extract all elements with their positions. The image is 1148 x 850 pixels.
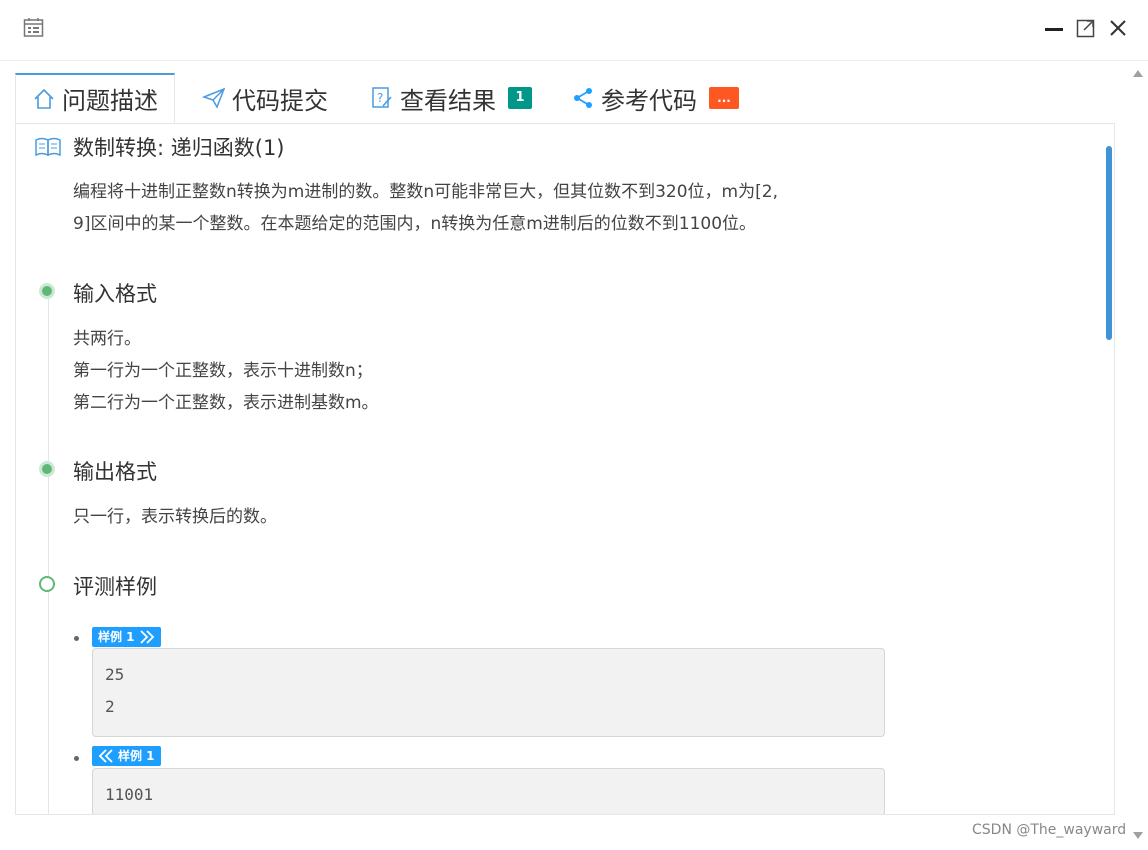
tab-label: 代码提交 [232, 86, 328, 115]
double-chevron-right-icon [139, 630, 154, 644]
timeline-dot-input [39, 283, 55, 299]
sample-input-line: 25 [105, 665, 125, 684]
sample-output-tag-label: 样例 1 [118, 749, 155, 763]
sample-input-box: 25 2 [92, 648, 885, 737]
tab-problem-description[interactable]: 问题描述 [15, 73, 175, 123]
sample-input-bullet [74, 636, 79, 641]
tab-bar: 问题描述 代码提交 ? 查看结果 1 参考代码 ... [15, 73, 1115, 124]
result-count-badge: 1 [508, 87, 532, 109]
problem-title: 数制转换: 递归函数(1) [73, 136, 285, 160]
calendar-icon [23, 18, 44, 37]
input-format-title: 输入格式 [73, 282, 157, 306]
sample-output-tag[interactable]: 样例 1 [92, 746, 161, 766]
timeline-line [48, 294, 49, 814]
scroll-up-arrow-icon[interactable] [1133, 70, 1143, 77]
book-icon [35, 137, 61, 157]
problem-description-line2: 9]区间中的某一个整数。在本题给定的范围内，n转换为任意m进制后的位数不到110… [73, 214, 757, 234]
output-format-title: 输出格式 [73, 460, 157, 484]
input-format-line: 共两行。 [73, 329, 141, 349]
tab-label: 参考代码 [601, 86, 697, 115]
problem-description-line1: 编程将十进制正整数n转换为m进制的数。整数n可能非常巨大，但其位数不到320位，… [73, 182, 778, 202]
close-icon[interactable] [1107, 16, 1129, 40]
tab-reference-code[interactable]: 参考代码 ... [571, 73, 739, 123]
input-format-line: 第二行为一个正整数，表示进制基数m。 [73, 393, 379, 413]
input-format-line: 第一行为一个正整数，表示十进制数n； [73, 361, 373, 381]
timeline-dot-output [39, 461, 55, 477]
watermark: CSDN @The_wayward [972, 822, 1127, 838]
sample-output-line: 11001 [105, 785, 154, 804]
sample-input-tag-label: 样例 1 [98, 630, 135, 644]
svg-text:?: ? [377, 91, 383, 105]
tab-code-submit[interactable]: 代码提交 [202, 73, 328, 123]
problem-panel: 数制转换: 递归函数(1) 编程将十进制正整数n转换为m进制的数。整数n可能非常… [15, 123, 1115, 815]
sample-input-tag[interactable]: 样例 1 [92, 627, 161, 647]
scroll-down-arrow-icon[interactable] [1133, 832, 1143, 839]
output-format-line: 只一行，表示转换后的数。 [73, 507, 277, 527]
tab-label: 查看结果 [400, 86, 496, 115]
paper-plane-icon [202, 87, 226, 109]
share-icon [574, 88, 592, 108]
more-badge: ... [709, 87, 739, 109]
sample-input-line: 2 [105, 697, 115, 716]
edit-question-icon: ? [372, 87, 392, 108]
window-titlebar [0, 0, 1148, 61]
tab-label: 问题描述 [62, 87, 158, 115]
sample-output-bullet [74, 756, 79, 761]
home-icon [34, 88, 54, 109]
timeline-dot-samples [39, 576, 55, 592]
scrollbar-thumb[interactable] [1106, 146, 1112, 340]
samples-title: 评测样例 [73, 575, 157, 599]
sample-output-box: 11001 [92, 768, 885, 814]
minimize-icon[interactable] [1043, 16, 1065, 40]
tab-view-results[interactable]: ? 查看结果 1 [370, 73, 532, 123]
double-chevron-left-icon [98, 749, 113, 763]
maximize-icon[interactable] [1075, 16, 1097, 40]
